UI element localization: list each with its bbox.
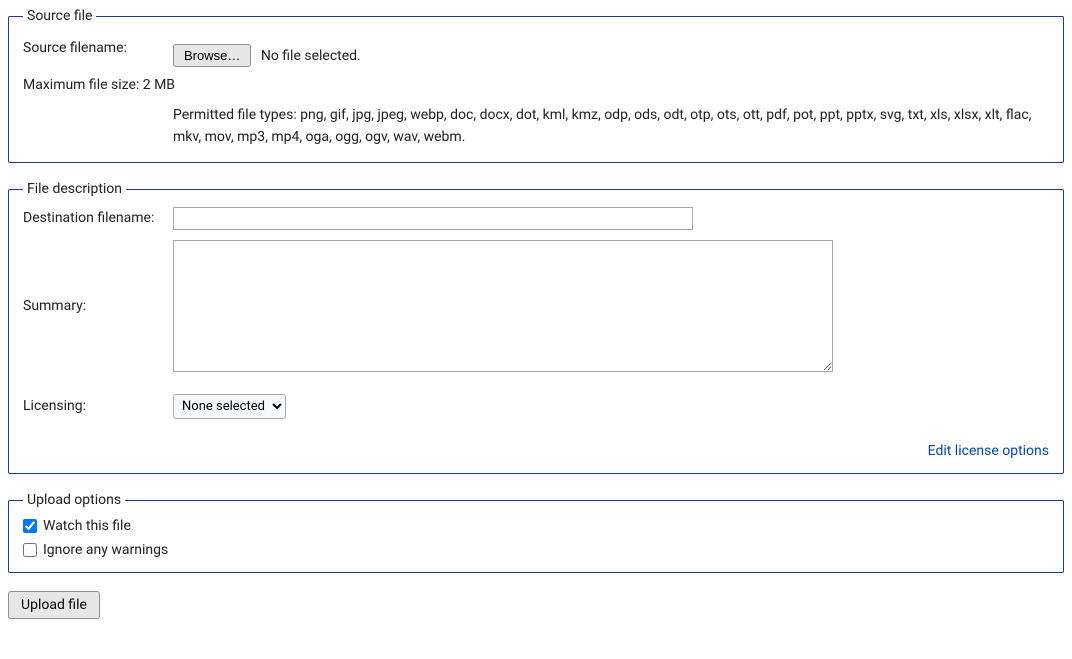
max-file-size-text: Maximum file size: 2 MB [23, 77, 1049, 93]
ignore-warnings-checkbox[interactable] [23, 543, 37, 557]
source-filename-label: Source filename: [23, 34, 173, 59]
watch-file-checkbox[interactable] [23, 519, 37, 533]
destination-filename-label: Destination filename: [23, 207, 173, 226]
browse-button[interactable]: Browse… [173, 44, 251, 67]
file-description-legend: File description [23, 181, 126, 197]
upload-file-button[interactable]: Upload file [8, 591, 100, 619]
upload-options-fieldset: Upload options Watch this file Ignore an… [8, 492, 1064, 573]
summary-label: Summary: [23, 240, 173, 314]
source-file-fieldset: Source file Source filename: Browse… No … [8, 8, 1064, 163]
licensing-label: Licensing: [23, 394, 173, 414]
upload-options-legend: Upload options [23, 492, 125, 508]
source-file-legend: Source file [23, 8, 96, 24]
licensing-select[interactable]: None selected [173, 394, 286, 419]
destination-filename-input[interactable] [173, 207, 693, 230]
file-status-text: No file selected. [261, 48, 361, 64]
file-description-fieldset: File description Destination filename: S… [8, 181, 1064, 474]
summary-textarea[interactable] [173, 240, 833, 372]
ignore-warnings-label[interactable]: Ignore any warnings [43, 542, 168, 558]
permitted-file-types-text: Permitted file types: png, gif, jpg, jpe… [173, 105, 1049, 148]
edit-license-options-link[interactable]: Edit license options [928, 443, 1049, 459]
watch-file-label[interactable]: Watch this file [43, 518, 131, 534]
